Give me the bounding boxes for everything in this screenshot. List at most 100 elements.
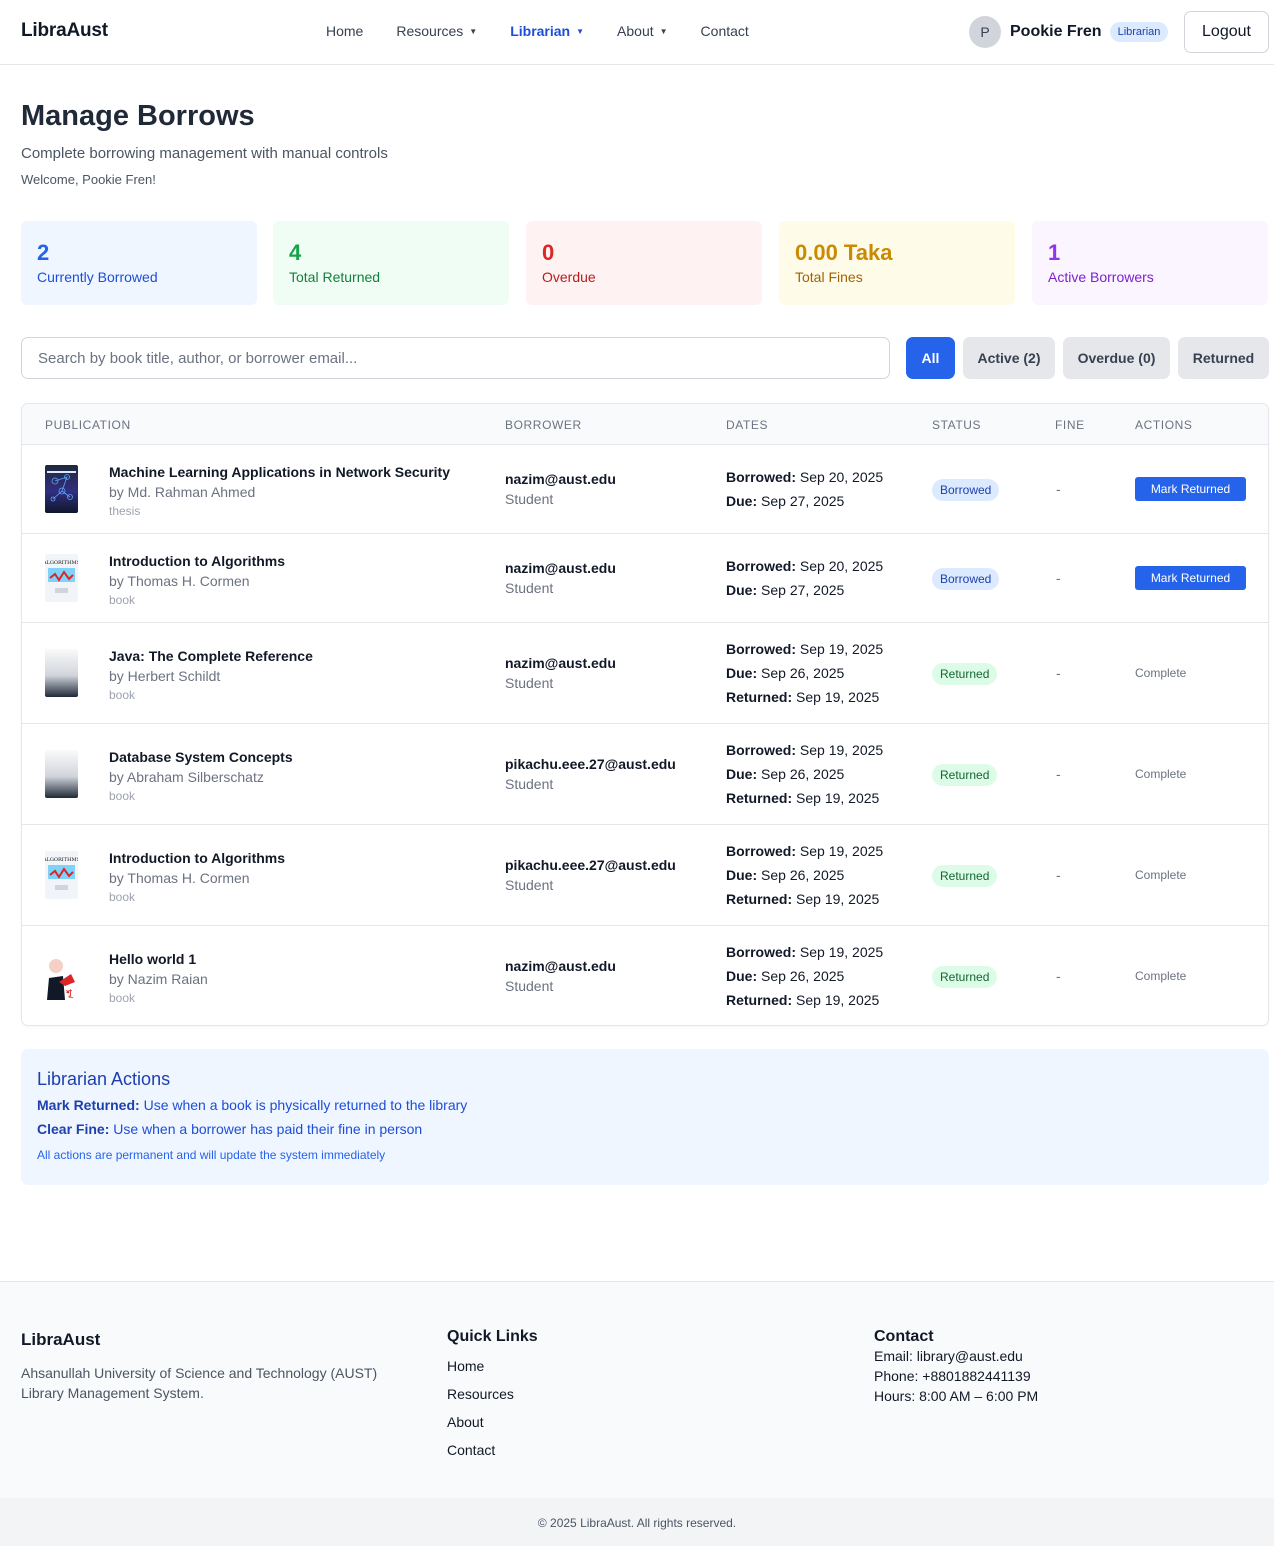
filter-overdue-button[interactable]: Overdue (0): [1063, 337, 1170, 379]
publication-title[interactable]: Introduction to Algorithms: [109, 848, 285, 868]
returned-label: Returned:: [726, 891, 793, 907]
borrower-info: pikachu.eee.27@aust.edu Student: [505, 754, 676, 794]
due-date-line: Due: Sep 26, 2025: [726, 964, 883, 988]
copyright: © 2025 LibraAust. All rights reserved.: [0, 1498, 1274, 1546]
borrowed-label: Borrowed:: [726, 843, 796, 859]
borrowed-label: Borrowed:: [726, 558, 796, 574]
user-name: Pookie Fren: [1010, 23, 1102, 40]
logout-button[interactable]: Logout: [1184, 11, 1269, 53]
status-badge: Borrowed: [932, 568, 1000, 590]
borrower-info: nazim@aust.edu Student: [505, 469, 616, 509]
column-header-dates: Dates: [726, 418, 769, 432]
publication-title[interactable]: Machine Learning Applications in Network…: [109, 462, 450, 482]
filter-returned-button[interactable]: Returned: [1178, 337, 1269, 379]
nav-home-label: Home: [326, 23, 364, 39]
returned-date: Sep 19, 2025: [796, 992, 880, 1008]
nav-about[interactable]: About ▼: [617, 23, 668, 39]
footer-about: LibraAust Ahsanullah University of Scien…: [21, 1330, 421, 1403]
search-input[interactable]: [21, 337, 890, 379]
stat-value: 0.00 Taka: [795, 240, 893, 265]
mark-returned-button[interactable]: Mark Returned: [1135, 566, 1246, 590]
nav-resources[interactable]: Resources ▼: [396, 23, 477, 39]
borrower-email: nazim@aust.edu: [505, 560, 616, 576]
filter-all-button[interactable]: All: [906, 337, 955, 379]
borrowed-date: Sep 19, 2025: [799, 742, 884, 758]
due-date-line: Due: Sep 26, 2025: [726, 863, 883, 887]
footer-link-about[interactable]: About: [447, 1412, 538, 1432]
nav-contact[interactable]: Contact: [701, 23, 749, 39]
borrow-dates: Borrowed: Sep 19, 2025 Due: Sep 26, 2025…: [726, 839, 883, 911]
borrow-dates: Borrowed: Sep 19, 2025 Due: Sep 26, 2025…: [726, 738, 883, 810]
publication-type: book: [109, 593, 136, 607]
book-cover-image: [45, 465, 78, 513]
borrower-info: nazim@aust.edu Student: [505, 653, 616, 693]
table-header: Publication Borrower Dates Status Fine A…: [22, 404, 1268, 445]
filter-active-button[interactable]: Active (2): [963, 337, 1055, 379]
footer-link-resources[interactable]: Resources: [447, 1384, 538, 1404]
brand-logo[interactable]: LibraAust: [21, 20, 108, 42]
returned-date-line: Returned: Sep 19, 2025: [726, 988, 883, 1012]
due-label: Due:: [726, 582, 758, 598]
avatar[interactable]: P: [969, 16, 1001, 48]
borrower-email: nazim@aust.edu: [505, 471, 616, 487]
fine-value: -: [1056, 570, 1061, 586]
footer-link-home[interactable]: Home: [447, 1356, 538, 1376]
borrower-email: pikachu.eee.27@aust.edu: [505, 857, 676, 873]
table-row: ALGORITHMS Introduction to Algorithms by…: [22, 534, 1268, 623]
publication-title[interactable]: Java: The Complete Reference: [109, 646, 313, 666]
contact-email: Email: library@aust.edu: [874, 1348, 1023, 1364]
publication-author: by Nazim Raian: [109, 971, 208, 987]
publication-type: book: [109, 890, 136, 904]
borrow-dates: Borrowed: Sep 20, 2025 Due: Sep 27, 2025: [726, 465, 883, 513]
publication-title[interactable]: Introduction to Algorithms: [109, 551, 285, 571]
top-navbar: LibraAust Home Resources ▼ Librarian ▼ Abo…: [0, 0, 1274, 65]
status-badge: Returned: [932, 764, 998, 786]
book-cover-image: [45, 750, 78, 798]
nav-librarian[interactable]: Librarian ▼: [510, 23, 584, 39]
borrower-email: nazim@aust.edu: [505, 958, 616, 974]
nav-about-label: About: [617, 23, 654, 39]
publication-info: Hello world 1 by Nazim Raian book: [109, 949, 208, 1007]
stat-value: 2: [37, 240, 50, 265]
borrowed-date-line: Borrowed: Sep 19, 2025: [726, 839, 883, 863]
librarian-actions-title: Librarian Actions: [37, 1069, 171, 1089]
stat-total-fines: 0.00 Taka Total Fines: [779, 221, 1015, 305]
action-complete-text: Complete: [1135, 868, 1187, 882]
user-menu: P Pookie Fren Librarian: [969, 16, 1169, 48]
contact-hours: Hours: 8:00 AM – 6:00 PM: [874, 1388, 1039, 1404]
footer-link-contact[interactable]: Contact: [447, 1440, 538, 1460]
borrowed-date-line: Borrowed: Sep 20, 2025: [726, 465, 883, 489]
due-label: Due:: [726, 493, 758, 509]
stat-label: Currently Borrowed: [37, 269, 158, 285]
returned-label: Returned:: [726, 992, 793, 1008]
publication-type: book: [109, 688, 136, 702]
nav-librarian-label: Librarian: [510, 23, 571, 39]
caret-down-icon: ▼: [576, 26, 585, 36]
nav-home[interactable]: Home: [326, 23, 363, 39]
publication-title[interactable]: Hello world 1: [109, 949, 208, 969]
due-label: Due:: [726, 766, 758, 782]
publication-title[interactable]: Database System Concepts: [109, 747, 293, 767]
due-label: Due:: [726, 867, 758, 883]
borrower-role: Student: [505, 877, 554, 893]
due-date: Sep 26, 2025: [761, 766, 845, 782]
borrowed-label: Borrowed:: [726, 944, 796, 960]
column-header-fine: Fine: [1055, 418, 1085, 432]
borrower-info: nazim@aust.edu Student: [505, 956, 616, 996]
stat-label: Total Returned: [289, 269, 381, 285]
publication-info: Machine Learning Applications in Network…: [109, 462, 450, 520]
borrower-role: Student: [505, 776, 554, 792]
fine-value: -: [1056, 867, 1061, 883]
borrower-email: nazim@aust.edu: [505, 655, 616, 671]
page-subtitle: Complete borrowing management with manua…: [21, 145, 388, 162]
publication-info: Introduction to Algorithms by Thomas H. …: [109, 848, 285, 906]
borrow-dates: Borrowed: Sep 19, 2025 Due: Sep 26, 2025…: [726, 637, 883, 709]
borrowed-label: Borrowed:: [726, 742, 796, 758]
mark-returned-button[interactable]: Mark Returned: [1135, 477, 1246, 501]
status-badge: Returned: [932, 865, 998, 887]
mark-returned-help-text: Use when a book is physically returned t…: [139, 1097, 468, 1113]
publication-author: by Md. Rahman Ahmed: [109, 484, 256, 500]
borrower-info: pikachu.eee.27@aust.edu Student: [505, 855, 676, 895]
borrows-table: Publication Borrower Dates Status Fine A…: [21, 403, 1269, 1026]
due-date: Sep 27, 2025: [761, 582, 845, 598]
